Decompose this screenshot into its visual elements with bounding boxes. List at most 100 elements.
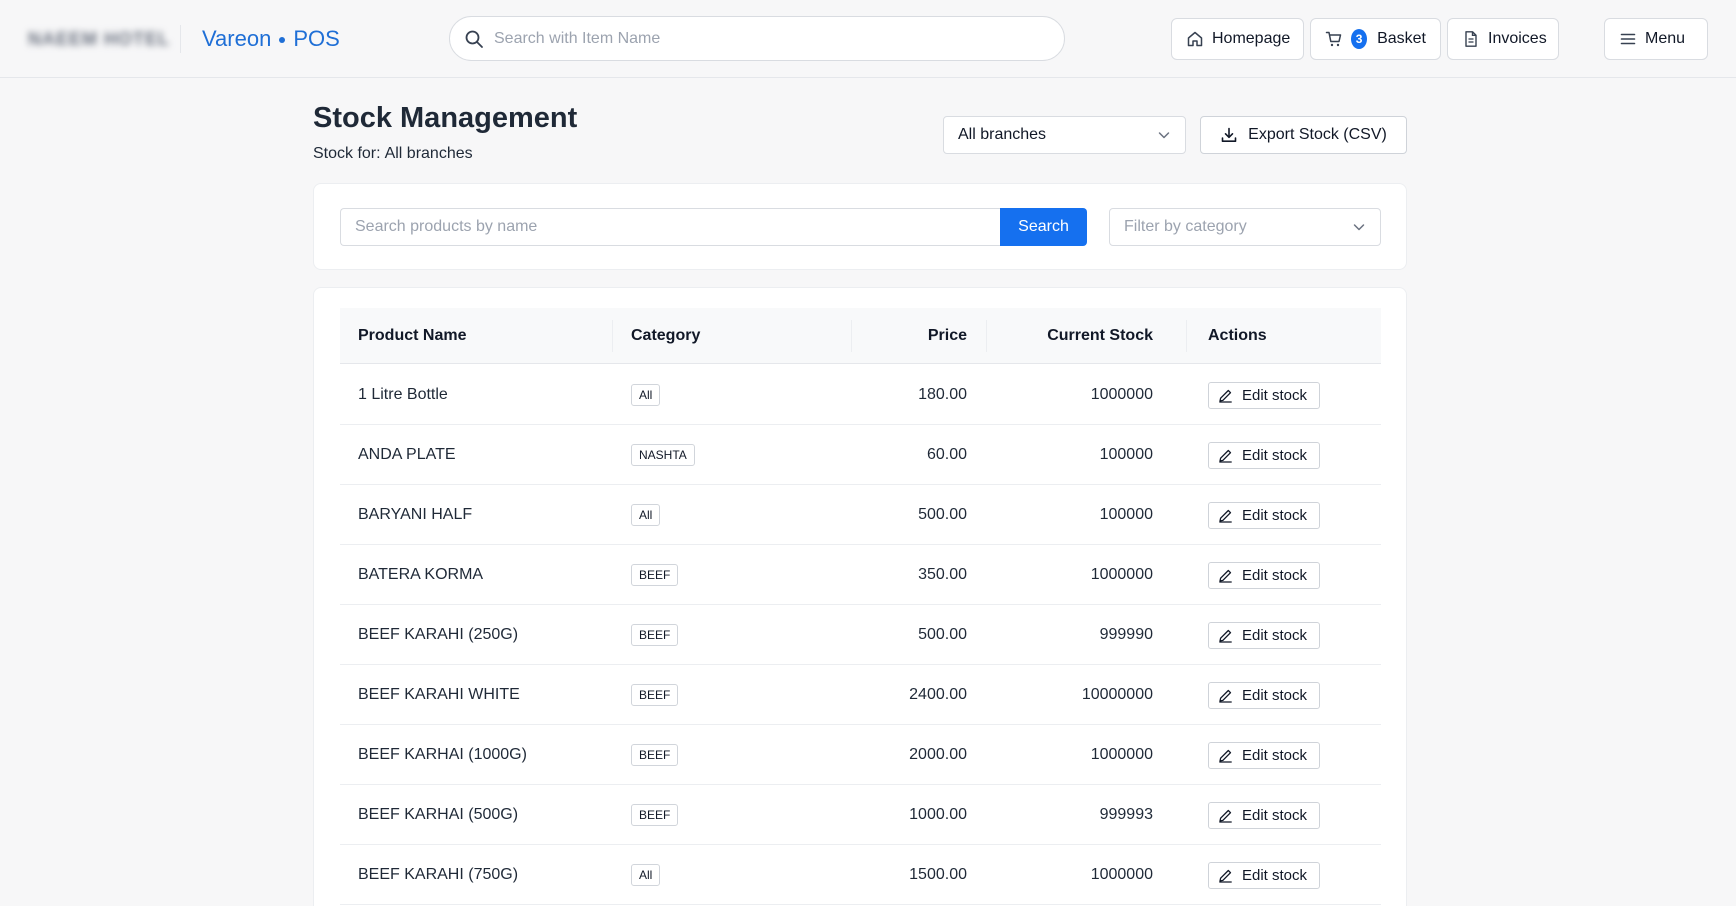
edit-stock-button[interactable]: Edit stock (1208, 742, 1320, 769)
current-stock-cell: 999993 (1099, 806, 1153, 823)
edit-stock-label: Edit stock (1242, 687, 1308, 704)
chevron-down-icon (1157, 128, 1171, 142)
invoices-label: Invoices (1488, 30, 1547, 47)
document-icon (1462, 30, 1480, 48)
category-badge: BEEF (631, 564, 679, 586)
current-stock-cell: 999990 (1099, 626, 1153, 643)
chevron-down-icon (1352, 220, 1366, 234)
store-name: NAEEM HOTEL (28, 29, 171, 49)
search-button[interactable]: Search (1000, 208, 1087, 246)
edit-stock-label: Edit stock (1242, 627, 1308, 644)
table-header: Product Name Category Price Current Stoc… (340, 308, 1381, 364)
edit-stock-button[interactable]: Edit stock (1208, 682, 1320, 709)
edit-stock-button[interactable]: Edit stock (1208, 622, 1320, 649)
invoices-button[interactable]: Invoices (1447, 18, 1559, 60)
price-cell: 500.00 (918, 506, 967, 523)
product-name-cell: ANDA PLATE (358, 446, 456, 463)
brand-suffix: POS (293, 26, 340, 51)
product-name-cell: 1 Litre Bottle (358, 386, 448, 403)
table-row: BATERA KORMA BEEF 350.00 1000000 Edit stock (340, 545, 1381, 605)
category-badge: BEEF (631, 804, 679, 826)
pencil-icon (1218, 688, 1233, 703)
pencil-icon (1218, 808, 1233, 823)
stock-table-card: Product Name Category Price Current Stoc… (313, 287, 1407, 906)
price-cell: 60.00 (926, 446, 967, 463)
column-header-product-name[interactable]: Product Name (358, 308, 466, 364)
edit-stock-button[interactable]: Edit stock (1208, 382, 1320, 409)
hamburger-icon (1619, 30, 1637, 48)
column-header-current-stock[interactable]: Current Stock (1047, 308, 1153, 364)
product-name-cell: BEEF KARAHI WHITE (358, 686, 520, 703)
column-header-actions: Actions (1208, 327, 1267, 344)
price-cell: 180.00 (918, 386, 967, 403)
export-stock-label: Export Stock (CSV) (1248, 126, 1387, 143)
product-name-cell: BEEF KARAHI (250G) (358, 626, 519, 643)
edit-stock-button[interactable]: Edit stock (1208, 802, 1320, 829)
product-name-cell: BARYANI HALF (358, 506, 473, 523)
table-row: BEEF KARAHI (750G) All 1500.00 1000000 Edit … (340, 845, 1381, 905)
category-badge: BEEF (631, 744, 679, 766)
edit-stock-label: Edit stock (1242, 867, 1308, 884)
category-badge: All (631, 864, 661, 886)
brand-logo[interactable]: Vareon POS (202, 24, 340, 54)
menu-button[interactable]: Menu (1604, 18, 1708, 60)
column-header-price[interactable]: Price (928, 308, 967, 364)
price-cell: 1500.00 (909, 866, 967, 883)
category-badge: NASHTA (631, 444, 695, 466)
table-row: BEEF KARHAI (1000G) BEEF 2000.00 1000000 Edi… (340, 725, 1381, 785)
table-row: 1 Litre Bottle All 180.00 1000000 Edit stock (340, 365, 1381, 425)
category-filter-placeholder: Filter by category (1124, 218, 1247, 235)
category-badge: BEEF (631, 684, 679, 706)
edit-stock-label: Edit stock (1242, 447, 1308, 464)
product-name-cell: BEEF KARAHI (750G) (358, 866, 519, 883)
product-search-input[interactable] (355, 218, 1001, 236)
price-cell: 350.00 (918, 566, 967, 583)
current-stock-cell: 100000 (1099, 446, 1153, 463)
product-name-cell: BEEF KARHAI (1000G) (358, 746, 527, 763)
table-row: ANDA PLATE NASHTA 60.00 100000 Edit stock (340, 425, 1381, 485)
price-cell: 1000.00 (909, 806, 967, 823)
homepage-label: Homepage (1212, 30, 1291, 47)
edit-stock-label: Edit stock (1242, 747, 1308, 764)
home-icon (1186, 30, 1204, 48)
product-search-box[interactable] (340, 208, 1001, 246)
table-row: BEEF KARAHI (250G) BEEF 500.00 999990 Edit s… (340, 605, 1381, 665)
price-cell: 500.00 (918, 626, 967, 643)
filter-card: Search Filter by category (313, 183, 1407, 270)
pencil-icon (1218, 448, 1233, 463)
search-icon (464, 29, 484, 49)
edit-stock-label: Edit stock (1242, 387, 1308, 404)
basket-label: Basket (1377, 30, 1426, 47)
edit-stock-button[interactable]: Edit stock (1208, 442, 1320, 469)
basket-button[interactable]: 3 Basket (1310, 18, 1441, 60)
export-stock-button[interactable]: Export Stock (CSV) (1200, 116, 1407, 154)
brand-name: Vareon (202, 26, 272, 51)
homepage-button[interactable]: Homepage (1171, 18, 1304, 60)
product-name-cell: BEEF KARHAI (500G) (358, 806, 519, 823)
current-stock-cell: 100000 (1099, 506, 1153, 523)
table-row: BEEF KARHAI (500G) BEEF 1000.00 999993 Edit … (340, 785, 1381, 845)
cart-icon (1325, 30, 1343, 48)
item-search-input[interactable] (494, 29, 1064, 48)
edit-stock-button[interactable]: Edit stock (1208, 502, 1320, 529)
current-stock-cell: 1000000 (1090, 866, 1153, 883)
category-filter-select[interactable]: Filter by category (1109, 208, 1381, 246)
pencil-icon (1218, 748, 1233, 763)
column-divider (851, 320, 852, 352)
column-header-category[interactable]: Category (631, 308, 700, 364)
edit-stock-button[interactable]: Edit stock (1208, 862, 1320, 889)
download-icon (1220, 126, 1238, 144)
category-badge: BEEF (631, 624, 679, 646)
brand-divider (180, 25, 181, 53)
current-stock-cell: 1000000 (1090, 566, 1153, 583)
pencil-icon (1218, 568, 1233, 583)
current-stock-cell: 1000000 (1090, 386, 1153, 403)
top-bar: NAEEM HOTEL Vareon POS Homepage 3 Basket… (0, 0, 1736, 78)
item-search-box[interactable] (449, 16, 1065, 61)
pencil-icon (1218, 508, 1233, 523)
basket-count-badge: 3 (1351, 29, 1368, 49)
branch-select[interactable]: All branches (943, 116, 1186, 154)
brand-dot (279, 37, 286, 43)
column-divider (612, 320, 613, 352)
edit-stock-button[interactable]: Edit stock (1208, 562, 1320, 589)
